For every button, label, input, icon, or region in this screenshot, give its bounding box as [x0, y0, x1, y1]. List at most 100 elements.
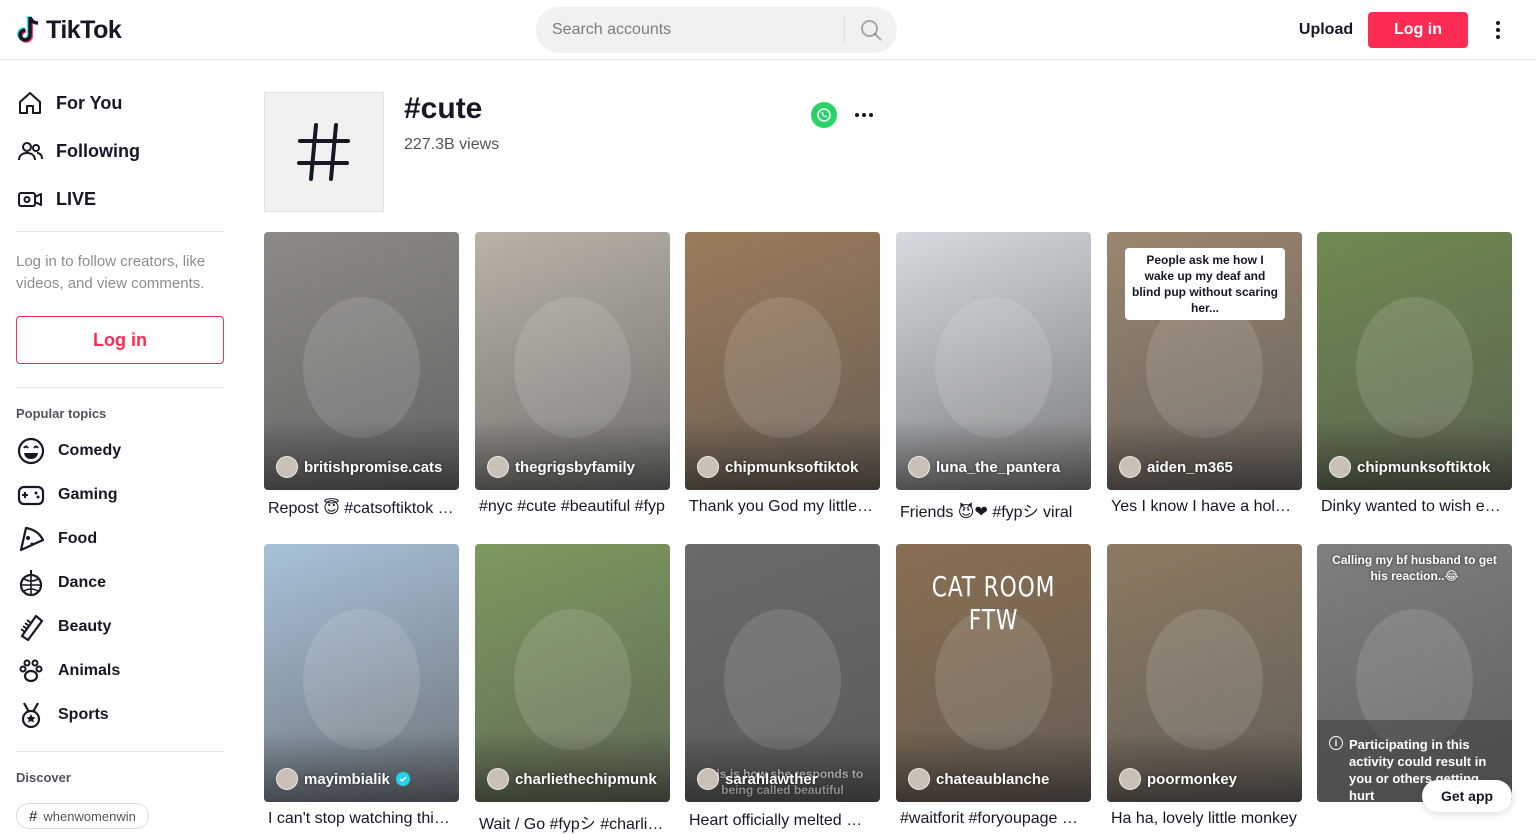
- login-prompt: Log in to follow creators, like videos, …: [16, 253, 206, 292]
- video-card[interactable]: thegrigsbyfamily #nyc #cute #beautiful #f…: [475, 232, 670, 516]
- video-card[interactable]: chipmunksoftiktok Thank you God my little…: [685, 232, 880, 516]
- video-thumbnail[interactable]: People ask me how I wake up my deaf and …: [1107, 232, 1302, 490]
- chip-label: whenwomenwin: [43, 808, 136, 824]
- video-card[interactable]: People ask me how I wake up my deaf and …: [1107, 232, 1302, 516]
- video-card[interactable]: poormonkey Ha ha, lovely little monkey: [1107, 544, 1302, 828]
- discover-chip-whenwomenwin[interactable]: # whenwomenwin: [16, 803, 149, 829]
- upload-button[interactable]: Upload: [1288, 12, 1364, 48]
- nav-live[interactable]: LIVE: [16, 179, 96, 219]
- header-login-button[interactable]: Log in: [1368, 12, 1468, 48]
- video-caption[interactable]: #nyc #cute #beautiful #fyp: [475, 498, 665, 516]
- more-actions-icon[interactable]: [850, 104, 878, 126]
- video-caption[interactable]: Thank you God my little friend: [685, 498, 875, 516]
- video-overlay-text: CAT ROOM FTW: [931, 570, 1056, 636]
- video-caption[interactable]: Friends 😈❤ #fypシ viral: [896, 498, 1086, 522]
- video-thumbnail[interactable]: chipmunksoftiktok: [1317, 232, 1512, 490]
- video-card[interactable]: chipmunksoftiktok Dinky wanted to wish ev…: [1317, 232, 1512, 516]
- video-author[interactable]: chipmunksoftiktok: [697, 456, 858, 478]
- topic-comedy[interactable]: Comedy: [16, 431, 121, 471]
- sidebar-login-button[interactable]: Log in: [16, 316, 224, 364]
- thumbnail-gradient: [264, 732, 459, 802]
- video-author[interactable]: aiden_m365: [1119, 456, 1233, 478]
- pizza-icon: [19, 526, 45, 552]
- video-caption[interactable]: Ha ha, lovely little monkey: [1107, 810, 1297, 828]
- video-thumbnail[interactable]: Calling my bf husband to get his reactio…: [1317, 544, 1512, 802]
- video-caption[interactable]: Yes I know I have a hole in my wall: [1107, 498, 1297, 516]
- popular-topics-heading: Popular topics: [16, 406, 107, 421]
- video-thumbnail[interactable]: luna_the_pantera: [896, 232, 1091, 490]
- comb-icon: [20, 614, 44, 642]
- hashtag-title: #cute: [404, 92, 483, 125]
- video-caption[interactable]: Repost 😇 #catsoftiktok #cute #fyp: [264, 498, 454, 518]
- video-thumbnail[interactable]: CAT ROOM FTW chateaublanche: [896, 544, 1091, 802]
- thumbnail-image: [1356, 296, 1473, 439]
- topic-sports[interactable]: Sports: [16, 695, 109, 735]
- thumbnail-gradient: [475, 420, 670, 490]
- video-caption[interactable]: #waitforit #foryoupage #cat: [896, 810, 1086, 828]
- thumbnail-gradient: [896, 420, 1091, 490]
- nav-label: LIVE: [56, 188, 97, 209]
- avatar: [487, 456, 509, 478]
- video-thumbnail[interactable]: chipmunksoftiktok: [685, 232, 880, 490]
- video-card[interactable]: britishpromise.cats Repost 😇 #catsoftikto…: [264, 232, 459, 518]
- video-thumbnail[interactable]: poormonkey: [1107, 544, 1302, 802]
- info-icon: i: [1329, 736, 1343, 750]
- sidebar-divider: [16, 751, 224, 752]
- nav-for-you[interactable]: For You: [16, 83, 122, 123]
- topic-gaming[interactable]: Gaming: [16, 475, 118, 515]
- video-thumbnail[interactable]: thegrigsbyfamily: [475, 232, 670, 490]
- paw-icon: [19, 659, 43, 683]
- hashtag-icon: #: [29, 807, 38, 825]
- topic-label: Gaming: [58, 486, 118, 503]
- video-thumbnail[interactable]: mayimbialik: [264, 544, 459, 802]
- video-overlay-text: Calling my bf husband to get his reactio…: [1332, 553, 1497, 583]
- video-thumbnail[interactable]: britishpromise.cats: [264, 232, 459, 490]
- whatsapp-share-icon[interactable]: [811, 102, 837, 128]
- video-card[interactable]: charliethechipmunk Wait / Go #fypシ #charl…: [475, 544, 670, 834]
- video-caption[interactable]: Dinky wanted to wish everyone: [1317, 498, 1507, 516]
- thumbnail-image: [935, 296, 1052, 439]
- thumbnail-image: [514, 296, 631, 439]
- home-icon: [19, 92, 41, 114]
- video-author[interactable]: poormonkey: [1119, 768, 1237, 790]
- video-card[interactable]: luna_the_pantera Friends 😈❤ #fypシ viral: [896, 232, 1091, 522]
- search-bar: [536, 7, 897, 53]
- video-author[interactable]: britishpromise.cats: [276, 456, 442, 478]
- topic-label: Comedy: [58, 442, 122, 459]
- topic-label: Food: [58, 530, 98, 547]
- tiktok-logo[interactable]: TikTok: [16, 14, 122, 46]
- search-icon: [861, 20, 882, 41]
- video-card[interactable]: mayimbialik I can't stop watching this...: [264, 544, 459, 828]
- video-author[interactable]: chateaublanche: [908, 768, 1049, 790]
- video-author[interactable]: luna_the_pantera: [908, 456, 1060, 478]
- topic-animals[interactable]: Animals: [16, 651, 120, 691]
- medal-icon: [21, 702, 41, 729]
- topic-label: Dance: [58, 574, 107, 591]
- avatar: [908, 456, 930, 478]
- video-thumbnail[interactable]: This is how she responds to being called…: [685, 544, 880, 802]
- video-author[interactable]: charliethechipmunk: [487, 768, 657, 790]
- thumbnail-image: [724, 296, 841, 439]
- thumbnail-gradient: [1107, 732, 1302, 802]
- video-card[interactable]: CAT ROOM FTW chateaublanche #waitforit #fo…: [896, 544, 1091, 828]
- video-author[interactable]: thegrigsbyfamily: [487, 456, 635, 478]
- get-app-button[interactable]: Get app: [1422, 780, 1512, 812]
- nav-following[interactable]: Following: [16, 131, 140, 171]
- author-name: mayimbialik: [304, 770, 390, 788]
- topic-food[interactable]: Food: [16, 519, 97, 559]
- video-caption[interactable]: I can't stop watching this...: [264, 810, 454, 828]
- search-button[interactable]: [845, 7, 897, 53]
- topic-beauty[interactable]: Beauty: [16, 607, 111, 647]
- video-caption[interactable]: Heart officially melted ❤ #pitbull: [685, 810, 875, 830]
- video-author[interactable]: chipmunksoftiktok: [1329, 456, 1490, 478]
- avatar: [1119, 456, 1141, 478]
- video-card[interactable]: This is how she responds to being called…: [685, 544, 880, 830]
- search-input[interactable]: [536, 7, 844, 53]
- video-author[interactable]: mayimbialik: [276, 768, 410, 790]
- video-caption[interactable]: Wait / Go #fypシ #charliethechipmunk: [475, 810, 665, 834]
- video-card[interactable]: Calling my bf husband to get his reactio…: [1317, 544, 1512, 802]
- video-author[interactable]: sarahlawther: [697, 768, 818, 790]
- topic-dance[interactable]: Dance: [16, 563, 106, 603]
- video-thumbnail[interactable]: charliethechipmunk: [475, 544, 670, 802]
- more-options-icon[interactable]: [1486, 16, 1510, 44]
